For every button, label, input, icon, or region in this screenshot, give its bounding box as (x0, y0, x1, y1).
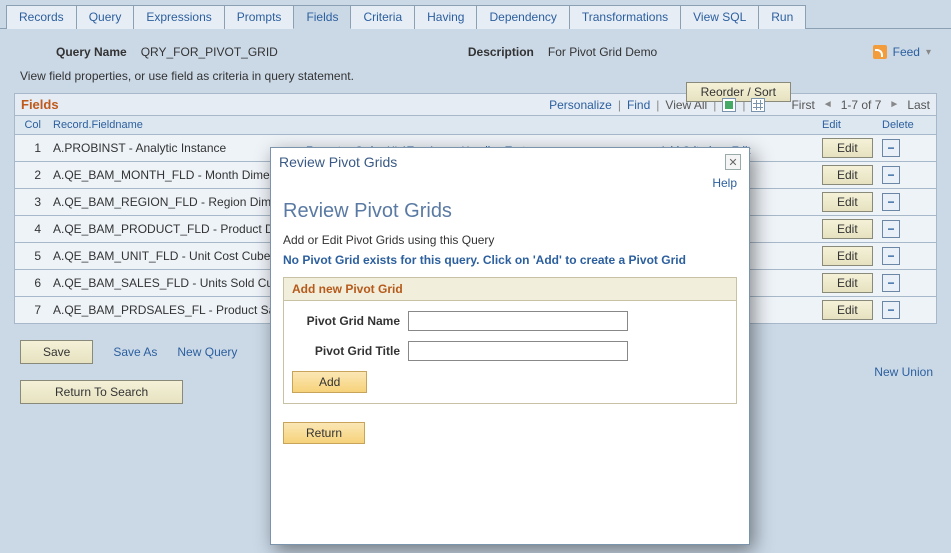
delete-row-button[interactable]: − (882, 166, 900, 184)
review-pivot-grids-modal: Review Pivot Grids ✕ Help Review Pivot G… (270, 147, 750, 545)
pivot-grid-name-input[interactable] (408, 311, 628, 331)
modal-heading: Review Pivot Grids (283, 200, 737, 223)
save-as-link[interactable]: Save As (113, 345, 157, 359)
delete-row-button[interactable]: − (882, 301, 900, 319)
next-icon[interactable]: ► (889, 99, 899, 110)
feed-label: Feed (893, 45, 920, 59)
description-value: For Pivot Grid Demo (548, 45, 657, 59)
section-heading: Add new Pivot Grid (284, 278, 736, 301)
new-union-link[interactable]: New Union (874, 365, 933, 379)
modal-info-text: No Pivot Grid exists for this query. Cli… (283, 253, 737, 267)
delete-row-button[interactable]: − (882, 274, 900, 292)
prev-icon[interactable]: ◄ (823, 99, 833, 110)
export-icon[interactable] (722, 98, 736, 112)
edit-button[interactable]: Edit (822, 138, 873, 158)
edit-button[interactable]: Edit (822, 300, 873, 320)
tab-transformations[interactable]: Transformations (569, 5, 681, 29)
tab-fields[interactable]: Fields (293, 5, 351, 29)
feed-link[interactable]: Feed ▾ (873, 45, 931, 59)
modal-title: Review Pivot Grids (279, 154, 397, 170)
return-button[interactable]: Return (283, 422, 365, 444)
pivot-grid-title-input[interactable] (408, 341, 628, 361)
save-button[interactable]: Save (20, 340, 93, 364)
col-header-edit: Edit (816, 116, 876, 134)
modal-subheading: Add or Edit Pivot Grids using this Query (283, 233, 737, 247)
delete-row-button[interactable]: − (882, 247, 900, 265)
first-label: First (791, 98, 814, 112)
tab-run[interactable]: Run (758, 5, 806, 29)
delete-row-button[interactable]: − (882, 139, 900, 157)
pivot-grid-title-label: Pivot Grid Title (292, 344, 400, 358)
close-icon[interactable]: ✕ (725, 154, 741, 170)
tab-dependency[interactable]: Dependency (476, 5, 569, 29)
find-link[interactable]: Find (627, 98, 650, 112)
tab-view-sql[interactable]: View SQL (680, 5, 759, 29)
grid-title: Fields (21, 97, 59, 112)
rss-icon (873, 45, 887, 59)
chevron-down-icon: ▾ (926, 47, 931, 58)
reorder-sort-button[interactable]: Reorder / Sort (686, 82, 791, 102)
new-query-link[interactable]: New Query (177, 345, 237, 359)
tab-query[interactable]: Query (76, 5, 135, 29)
modal-body: Review Pivot Grids Add or Edit Pivot Gri… (271, 190, 749, 448)
tab-expressions[interactable]: Expressions (133, 5, 224, 29)
modal-help-link[interactable]: Help (271, 176, 749, 190)
col-header-col[interactable]: Col (15, 116, 47, 134)
modal-title-bar: Review Pivot Grids ✕ (271, 148, 749, 176)
description-label: Description (468, 45, 534, 59)
edit-button[interactable]: Edit (822, 273, 873, 293)
tab-having[interactable]: Having (414, 5, 477, 29)
edit-button[interactable]: Edit (822, 219, 873, 239)
delete-row-button[interactable]: − (882, 220, 900, 238)
grid-column-headers: Col Record.Fieldname Edit Delete (14, 116, 937, 135)
tab-bar: Records Query Expressions Prompts Fields… (0, 0, 951, 29)
add-pivot-grid-section: Add new Pivot Grid Pivot Grid Name Pivot… (283, 277, 737, 404)
query-header: Query Name QRY_FOR_PIVOT_GRID Descriptio… (0, 29, 951, 69)
edit-button[interactable]: Edit (822, 192, 873, 212)
grid-nav: First ◄ 1-7 of 7 ► Last (791, 98, 930, 112)
query-name-value: QRY_FOR_PIVOT_GRID (141, 45, 278, 59)
return-to-search-button[interactable]: Return To Search (20, 380, 183, 404)
col-header-fieldname[interactable]: Record.Fieldname (47, 116, 816, 134)
add-button[interactable]: Add (292, 371, 367, 393)
tab-prompts[interactable]: Prompts (224, 5, 295, 29)
delete-row-button[interactable]: − (882, 193, 900, 211)
edit-button[interactable]: Edit (822, 246, 873, 266)
pivot-grid-name-label: Pivot Grid Name (292, 314, 400, 328)
last-label: Last (907, 98, 930, 112)
tab-criteria[interactable]: Criteria (350, 5, 415, 29)
edit-button[interactable]: Edit (822, 165, 873, 185)
instructions-text: View field properties, or use field as c… (0, 69, 951, 93)
grid-header-bar: Fields Personalize | Find | View All | |… (14, 93, 937, 116)
col-header-delete: Delete (876, 116, 936, 134)
query-name-label: Query Name (56, 45, 127, 59)
grid-settings-icon[interactable] (751, 98, 765, 112)
personalize-link[interactable]: Personalize (549, 98, 612, 112)
tab-records[interactable]: Records (6, 5, 77, 29)
range-text: 1-7 of 7 (841, 98, 882, 112)
